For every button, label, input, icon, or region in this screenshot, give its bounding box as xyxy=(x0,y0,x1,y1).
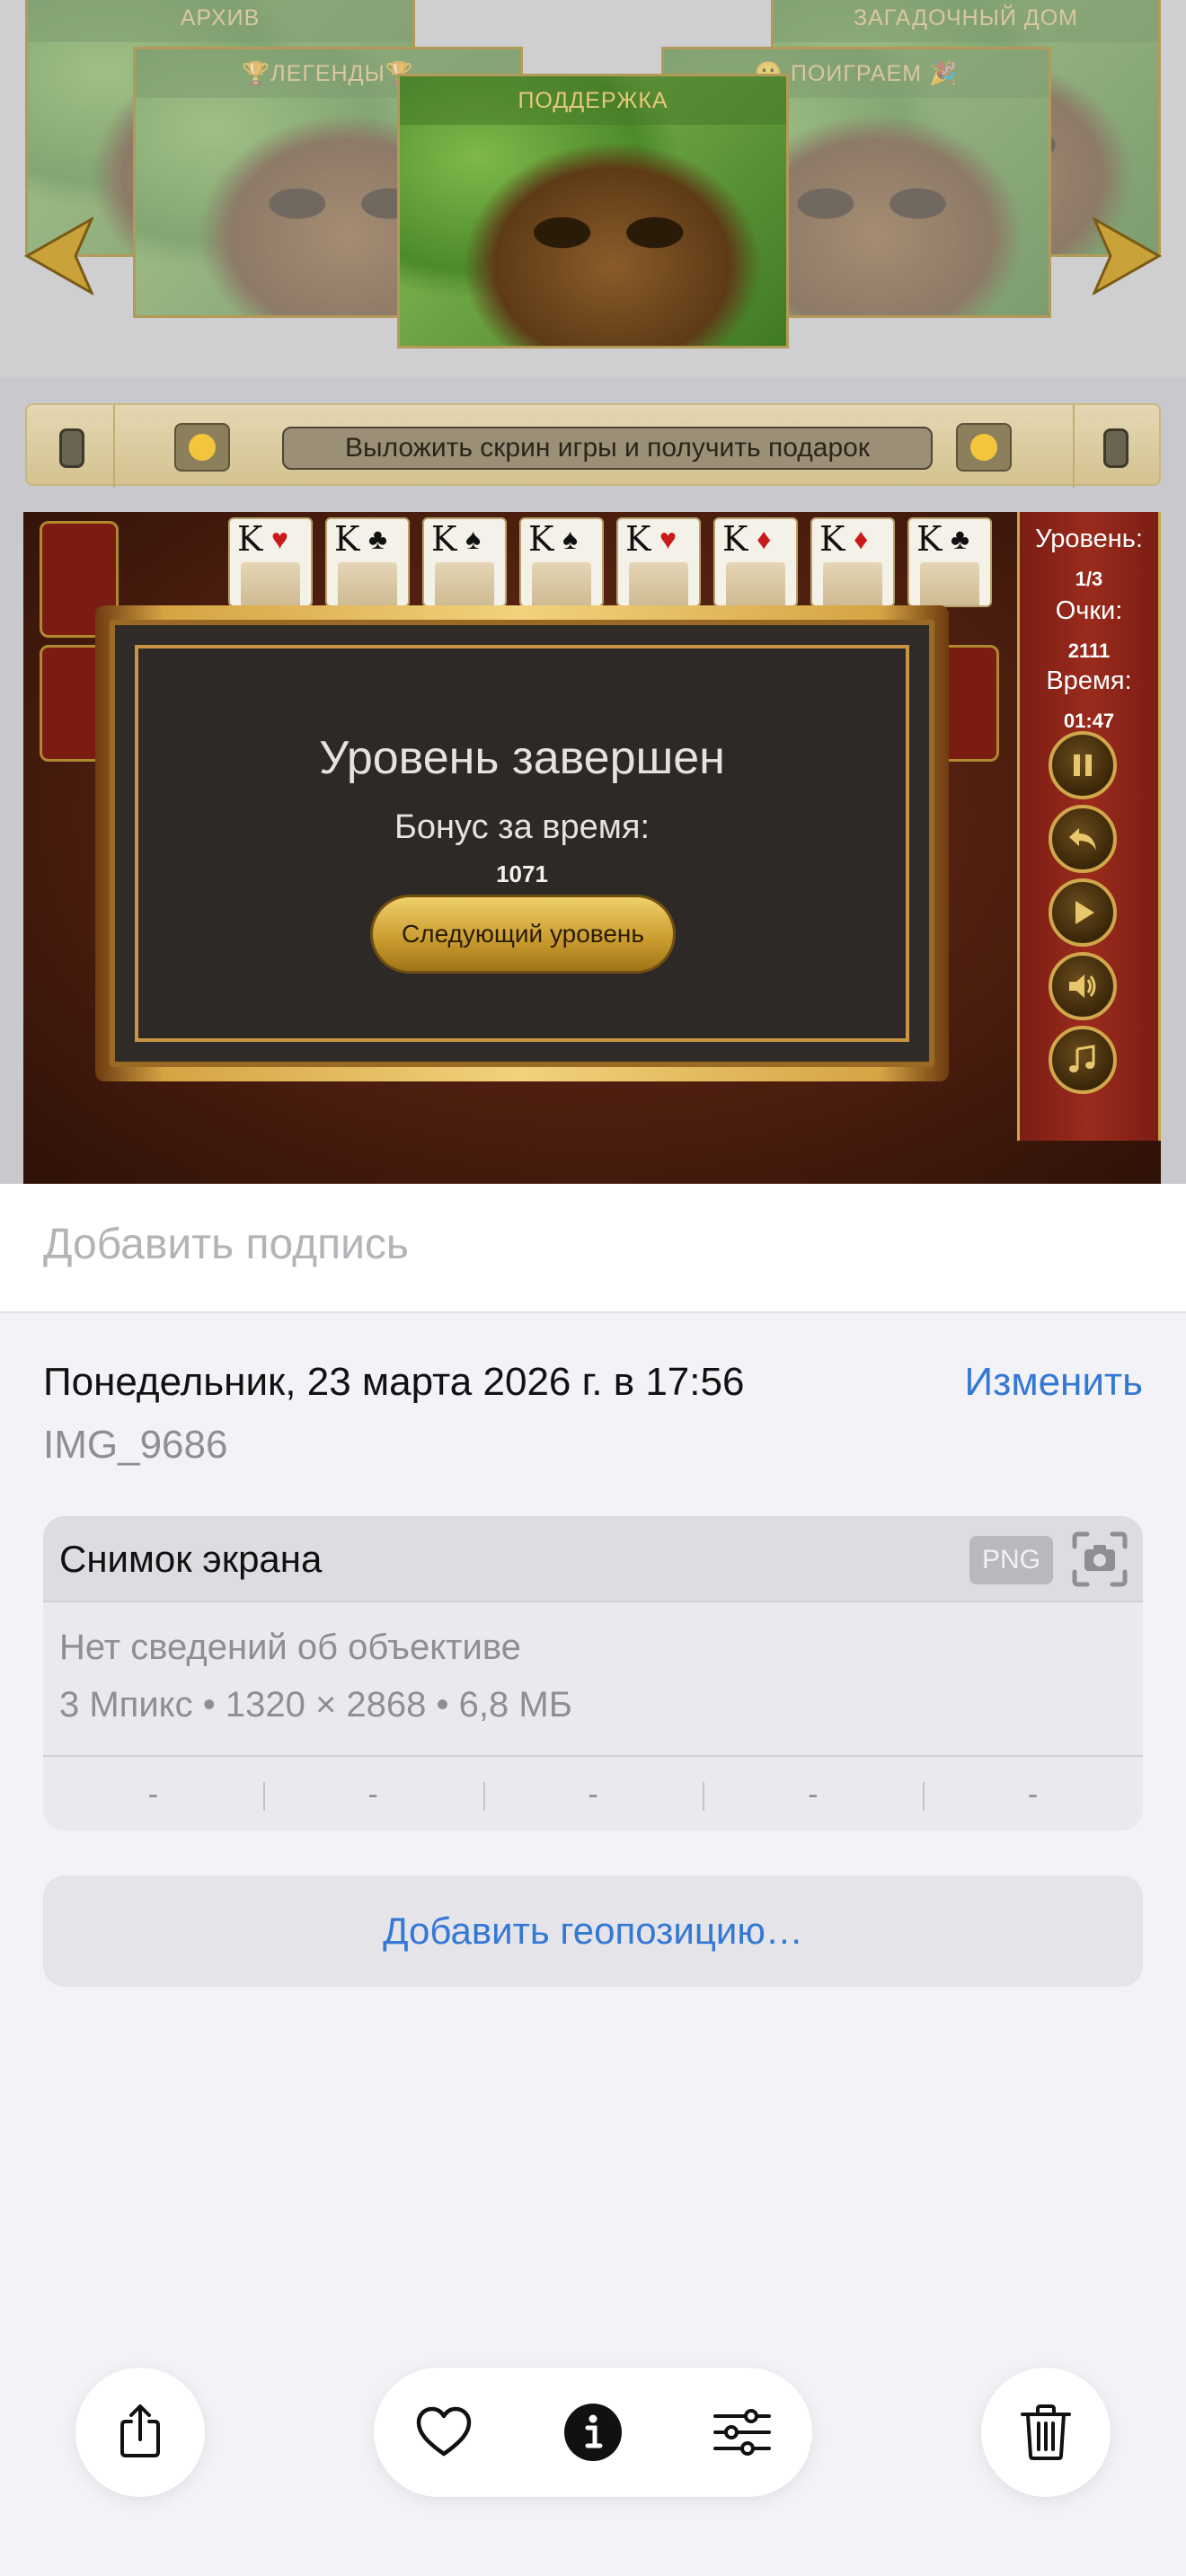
exif-row: - - - - - xyxy=(43,1755,1143,1831)
carousel-next-arrow-icon[interactable] xyxy=(1091,216,1164,296)
dialog-title: Уровень завершен xyxy=(319,732,725,784)
photo-actions-group xyxy=(374,2368,812,2497)
photo-viewer[interactable]: АРХИВ ЗАГАДОЧНЫЙ ДОМ 🏆ЛЕГЕНДЫ🏆 😀 ПОИГРАЕ… xyxy=(0,0,1186,1184)
card-rank: K xyxy=(334,519,360,559)
carousel-prev-arrow-icon[interactable] xyxy=(22,216,95,296)
level-complete-dialog: Уровень завершен Бонус за время: 1071 Сл… xyxy=(95,605,949,1081)
edit-date-button[interactable]: Изменить xyxy=(965,1360,1143,1405)
image-specs: 3 Мпикс • 1320 × 2868 • 6,8 МБ xyxy=(59,1685,572,1725)
card-suit: ♣ xyxy=(368,523,387,555)
share-icon xyxy=(120,2404,160,2457)
card-rank: K xyxy=(819,519,845,559)
promo-banner-button[interactable]: Выложить скрин игры и получить подарок xyxy=(282,427,933,470)
playing-card: K ♣ xyxy=(907,517,992,607)
time-bonus-label: Бонус за время: xyxy=(394,808,651,846)
playing-card: K ♥ xyxy=(616,517,701,607)
caption-placeholder: Добавить подпись xyxy=(43,1221,409,1268)
game-carousel: АРХИВ ЗАГАДОЧНЫЙ ДОМ 🏆ЛЕГЕНДЫ🏆 😀 ПОИГРАЕ… xyxy=(0,0,1186,377)
photo-date: Понедельник, 23 марта 2026 г. в 17:56 xyxy=(43,1360,745,1404)
playing-card: K ♦ xyxy=(810,517,895,607)
carousel-card-title: ЗАГАДОЧНЫЙ ДОМ xyxy=(774,0,1158,42)
carousel-card-title: АРХИВ xyxy=(28,0,412,42)
next-level-button[interactable]: Следующий уровень xyxy=(370,895,676,974)
metadata-card: Снимок экрана PNG Нет сведений об объект… xyxy=(43,1516,1143,1831)
card-rank: K xyxy=(528,519,554,559)
card-rank: K xyxy=(237,519,263,559)
add-location-button[interactable]: Добавить геопозицию… xyxy=(43,1875,1143,1987)
card-face-art xyxy=(920,562,979,605)
exif-cell: - xyxy=(147,1778,159,1812)
screenshot-camera-icon xyxy=(1069,1529,1130,1590)
card-rank: K xyxy=(722,519,748,559)
exif-cell: - xyxy=(703,1757,923,1831)
exif-cell: - xyxy=(923,1757,1143,1831)
level-label: Уровень: xyxy=(1035,525,1143,553)
card-face-art xyxy=(241,562,300,605)
banner-left-knob xyxy=(59,428,84,468)
adjust-button[interactable] xyxy=(712,2402,773,2463)
trash-icon xyxy=(1021,2404,1071,2460)
format-badge: PNG xyxy=(969,1536,1053,1584)
card-face-art xyxy=(435,562,494,605)
time-bonus-value: 1071 xyxy=(496,860,548,887)
card-suit: ♥ xyxy=(659,523,677,555)
caption-field[interactable]: Добавить подпись xyxy=(0,1184,1186,1313)
card-suit: ♦ xyxy=(854,523,869,555)
card-rank: K xyxy=(916,519,943,559)
playing-card: K ♣ xyxy=(325,517,410,607)
exif-cell: - xyxy=(262,1757,483,1831)
score-value: 2111 xyxy=(1067,640,1111,662)
info-icon xyxy=(564,2404,622,2461)
carousel-card-title: ПОДДЕРЖКА xyxy=(400,76,786,125)
music-icon[interactable] xyxy=(1049,1026,1117,1094)
card-suit: ♦ xyxy=(757,523,772,555)
banner-right-knob xyxy=(1103,428,1128,468)
card-face-art xyxy=(338,562,397,605)
smile-emoji-icon xyxy=(174,423,230,472)
solitaire-game: K ♥ K ♣ K ♠ K ♠ K ♥ K ♦ K ♦ K ♣ Уровень завершен Бонус … xyxy=(23,512,1161,1184)
card-suit: ♥ xyxy=(271,523,288,555)
time-label: Время: xyxy=(1046,666,1132,695)
promo-banner: Выложить скрин игры и получить подарок xyxy=(25,403,1161,488)
card-face-art xyxy=(532,562,591,605)
undo-icon[interactable] xyxy=(1049,805,1117,873)
card-rank: K xyxy=(625,519,651,559)
pause-icon[interactable] xyxy=(1049,731,1117,799)
level-value: 1/3 xyxy=(1075,568,1103,590)
card-suit: ♠ xyxy=(465,523,481,555)
lens-info: Нет сведений об объективе xyxy=(59,1628,521,1667)
adjust-icon xyxy=(713,2409,771,2456)
share-button[interactable] xyxy=(75,2368,205,2497)
playing-card: K ♠ xyxy=(422,517,507,607)
exif-cell: - xyxy=(482,1757,704,1831)
sound-icon[interactable] xyxy=(1049,952,1117,1020)
playing-card: K ♠ xyxy=(519,517,604,607)
card-face-art xyxy=(823,562,882,605)
info-button[interactable] xyxy=(562,2402,624,2463)
card-rank: K xyxy=(431,519,457,559)
carousel-card-support[interactable]: ПОДДЕРЖКА xyxy=(397,74,789,348)
game-side-panel: Уровень: 1/3 Очки: 2111 Время: 01:47 xyxy=(1017,512,1161,1141)
card-face-art xyxy=(726,562,785,605)
playing-card: K ♥ xyxy=(228,517,313,607)
card-suit: ♣ xyxy=(951,523,969,555)
card-face-art xyxy=(629,562,688,605)
metadata-title: Снимок экрана xyxy=(59,1538,323,1580)
smile-emoji-icon xyxy=(956,423,1012,472)
heart-icon xyxy=(416,2406,472,2457)
time-value: 01:47 xyxy=(1063,710,1115,732)
playing-card: K ♦ xyxy=(713,517,798,607)
play-icon[interactable] xyxy=(1049,878,1117,947)
delete-button[interactable] xyxy=(981,2368,1111,2497)
photo-filename: IMG_9686 xyxy=(43,1423,228,1467)
favorite-button[interactable] xyxy=(413,2402,474,2463)
card-suit: ♠ xyxy=(562,523,578,555)
score-label: Очки: xyxy=(1055,596,1123,625)
